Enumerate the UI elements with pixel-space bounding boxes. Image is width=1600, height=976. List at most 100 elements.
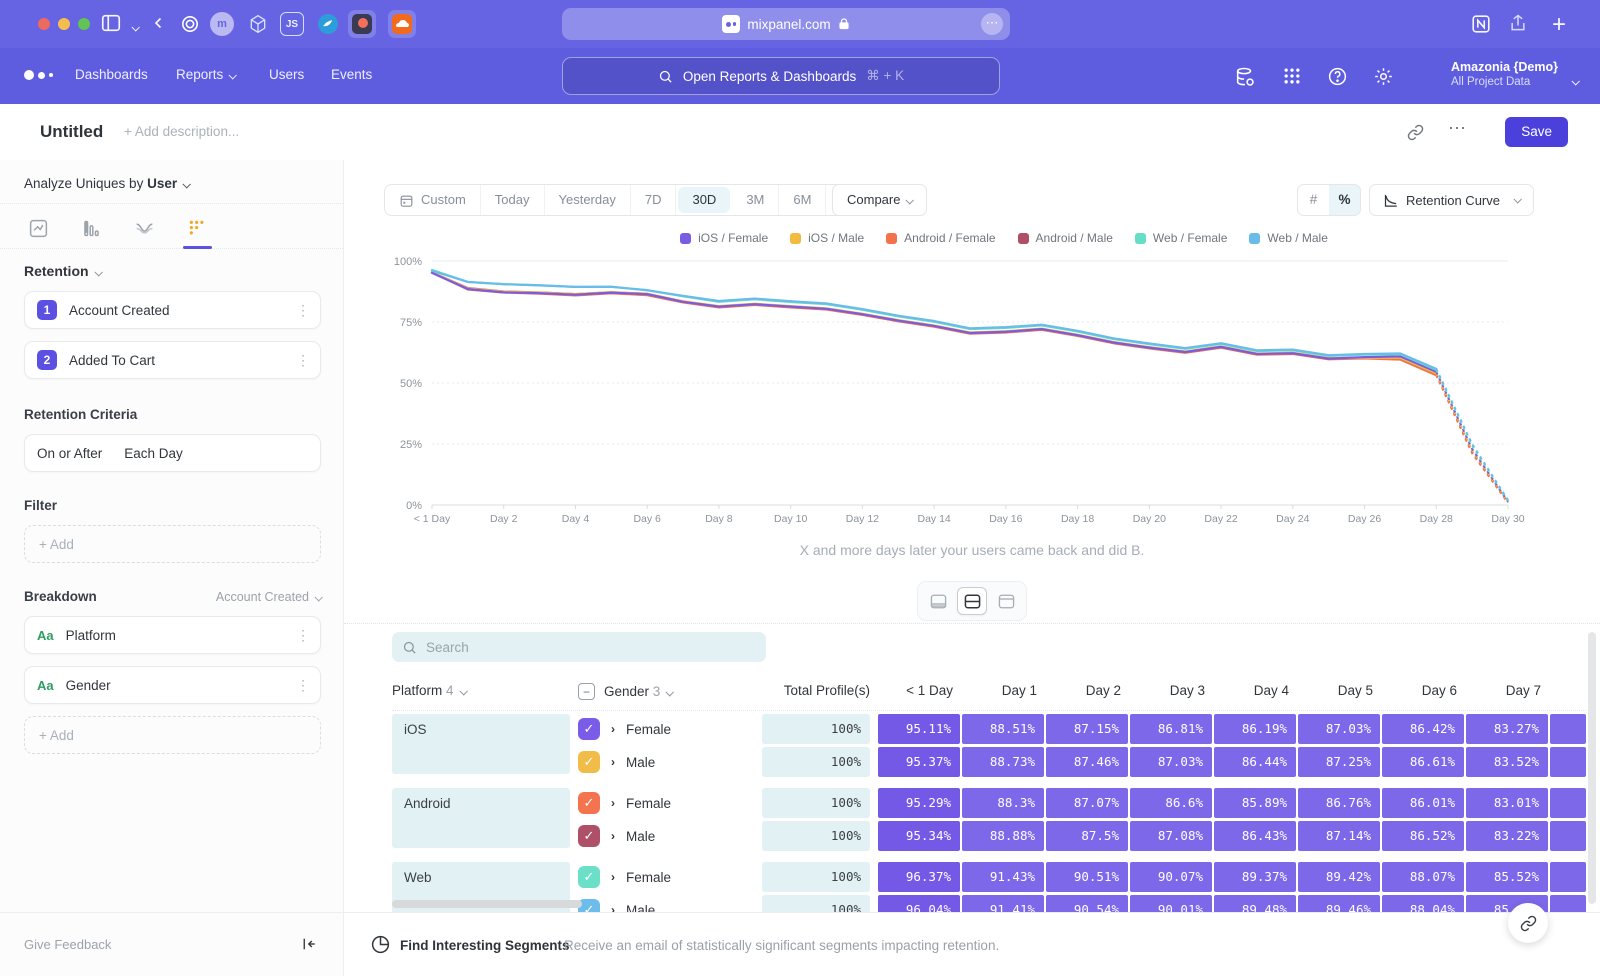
retention-section-title[interactable]: Retention [24,263,321,279]
retention-value-cell[interactable]: 87.08% [1130,821,1212,851]
apps-grid-icon[interactable] [1282,66,1302,86]
retention-chart[interactable]: 0%25%50%75%100%< 1 DayDay 2Day 4Day 6Day… [384,253,1530,533]
retention-value-cell[interactable]: 85.89% [1214,788,1296,818]
retention-value-cell[interactable]: 90.07% [1130,862,1212,892]
address-bar[interactable]: mixpanel.com ⋯ [562,8,1010,40]
retention-value-cell[interactable]: 87.25% [1298,747,1380,777]
platform-column-header[interactable]: Platform 4 [392,683,466,698]
site-settings-icon[interactable]: ⋯ [981,13,1003,35]
collapse-sidebar-icon[interactable] [299,935,317,953]
save-button[interactable]: Save [1505,117,1568,147]
table-search[interactable] [392,632,766,662]
retention-value-cell[interactable]: 88.73% [962,747,1044,777]
retention-value-cell[interactable]: 88.88% [962,821,1044,851]
give-feedback-link[interactable]: Give Feedback [24,937,111,952]
step-2-menu-icon[interactable]: ⋮ [296,357,308,363]
find-segments-title[interactable]: Find Interesting Segments [400,938,570,953]
step-1-menu-icon[interactable]: ⋮ [296,307,308,313]
retention-value-cell[interactable]: 86.61% [1382,747,1464,777]
extension-soundcloud-icon[interactable] [388,10,416,38]
new-tab-icon[interactable]: + [1552,11,1566,39]
breakdown-platform[interactable]: Aa Platform ⋮ [24,616,321,654]
retention-value-cell-clipped[interactable] [1550,862,1586,892]
tab-retention[interactable] [183,214,212,248]
project-chevron-icon[interactable] [1566,72,1578,90]
range-6m[interactable]: 6M [779,185,826,215]
global-search[interactable]: Open Reports & Dashboards ⌘ + K [562,57,1000,95]
expand-row-icon[interactable]: › [611,755,615,769]
range-custom[interactable]: Custom [385,185,481,215]
expand-row-icon[interactable]: › [611,870,615,884]
expand-row-icon[interactable]: › [611,903,615,912]
retention-value-cell[interactable]: 91.43% [962,862,1044,892]
report-title[interactable]: Untitled [40,122,103,142]
retention-value-cell[interactable]: 89.37% [1214,862,1296,892]
retention-value-cell-clipped[interactable] [1550,788,1586,818]
retention-value-cell[interactable]: 87.5% [1046,821,1128,851]
retention-value-cell[interactable]: 90.54% [1046,895,1128,912]
extension-cube-icon[interactable] [244,10,272,38]
retention-value-cell[interactable]: 86.52% [1382,821,1464,851]
settings-gear-icon[interactable] [1373,66,1394,87]
tab-flows[interactable] [130,214,159,248]
retention-value-cell[interactable]: 90.01% [1130,895,1212,912]
legend-item[interactable]: iOS / Male [790,231,864,245]
chart-type-dropdown[interactable]: Retention Curve [1369,184,1534,216]
retention-value-cell[interactable]: 87.14% [1298,821,1380,851]
retention-value-cell[interactable]: 88.51% [962,714,1044,744]
retention-value-cell[interactable]: 89.46% [1298,895,1380,912]
series-checkbox[interactable]: ✓ [578,825,600,847]
layout-chart-only-button[interactable] [923,587,953,615]
range-yesterday[interactable]: Yesterday [545,185,631,215]
table-search-input[interactable] [426,640,726,655]
nav-users[interactable]: Users [269,67,304,82]
notion-extension-icon[interactable] [1470,13,1492,35]
retention-value-cell[interactable]: 88.04% [1382,895,1464,912]
copy-link-icon[interactable] [1407,124,1424,141]
format-percent-button[interactable]: % [1329,185,1360,215]
tab-insights[interactable] [24,214,53,248]
retention-value-cell-clipped[interactable] [1550,895,1586,912]
vertical-scrollbar[interactable] [1588,632,1596,904]
add-breakdown-button[interactable]: + Add [24,716,321,754]
breakdown-platform-menu-icon[interactable]: ⋮ [296,632,308,638]
sidebar-toggle-icon[interactable] [100,12,122,34]
legend-item[interactable]: Web / Male [1249,231,1327,245]
retention-value-cell[interactable]: 86.44% [1214,747,1296,777]
retention-value-cell-clipped[interactable] [1550,714,1586,744]
breakdown-scope-dropdown[interactable]: Account Created [216,590,321,604]
share-icon[interactable] [1508,13,1528,33]
nav-reports[interactable]: Reports [176,67,235,82]
project-switcher[interactable]: Amazonia {Demo} All Project Data [1451,60,1558,88]
retention-value-cell[interactable]: 88.3% [962,788,1044,818]
retention-value-cell[interactable]: 95.37% [878,747,960,777]
series-checkbox[interactable]: ✓ [578,751,600,773]
range-30d[interactable]: 30D [678,187,730,213]
zoom-window-button[interactable] [78,18,90,30]
retention-value-cell[interactable]: 83.52% [1466,747,1548,777]
retention-value-cell[interactable]: 83.27% [1466,714,1548,744]
add-description[interactable]: + Add description... [124,124,239,139]
close-window-button[interactable] [38,18,50,30]
legend-item[interactable]: Android / Male [1018,231,1113,245]
retention-value-cell[interactable]: 90.51% [1046,862,1128,892]
retention-value-cell[interactable]: 89.42% [1298,862,1380,892]
floating-share-link-button[interactable] [1508,903,1548,943]
expand-row-icon[interactable]: › [611,796,615,810]
series-checkbox[interactable]: ✓ [578,792,600,814]
retention-value-cell[interactable]: 87.03% [1130,747,1212,777]
retention-value-cell[interactable]: 87.03% [1298,714,1380,744]
horizontal-scrollbar[interactable] [392,900,582,908]
gender-column-header[interactable]: − Gender 3 [578,683,672,700]
layout-split-button[interactable] [957,587,987,615]
retention-value-cell[interactable]: 89.48% [1214,895,1296,912]
data-management-icon[interactable] [1234,66,1256,88]
series-checkbox[interactable]: ✓ [578,718,600,740]
retention-value-cell[interactable]: 95.11% [878,714,960,744]
add-filter-button[interactable]: + Add [24,525,321,563]
help-icon[interactable] [1327,66,1348,87]
extension-js-icon[interactable]: JS [280,12,304,36]
retention-value-cell[interactable]: 86.01% [1382,788,1464,818]
back-button[interactable] [150,14,168,32]
retention-value-cell[interactable]: 86.43% [1214,821,1296,851]
